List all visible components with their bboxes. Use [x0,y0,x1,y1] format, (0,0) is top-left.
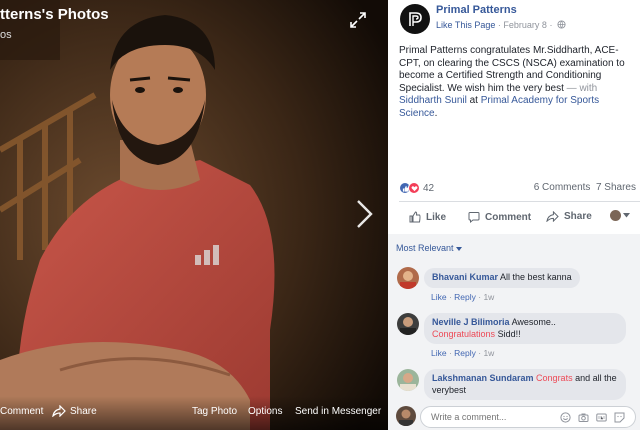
like-this-page-link[interactable]: Like This Page [436,20,495,30]
divider [399,201,640,202]
share-icon[interactable] [52,405,66,417]
page-name-link[interactable]: Primal Patterns [436,4,517,16]
next-arrow-icon[interactable] [352,198,376,230]
caret-down-icon [456,247,463,251]
globe-icon [557,20,566,29]
like-button[interactable]: Like [409,211,446,223]
comment-composer[interactable] [420,406,636,428]
options-button[interactable]: Options [248,406,282,417]
post-with-text: — with [563,82,598,94]
thumbs-up-icon [409,211,421,223]
comment-text-after: Sidd!! [497,328,521,339]
comment-time[interactable]: 1w [483,348,494,358]
page-avatar[interactable] [400,4,430,34]
comment-bubble: Lakshmanan Sundaram Congrats and all the… [424,369,626,400]
reaction-count: 42 [423,182,435,194]
comment-sort-label: Most Relevant [396,243,454,253]
share-icon [546,211,559,222]
comment-text: Awesome.. [511,317,556,327]
send-in-messenger-button[interactable]: Send in Messenger [295,406,381,417]
avatar[interactable] [397,267,419,289]
comment-actions: Like · Reply · 1w [431,292,495,302]
comment-button[interactable]: Comment [468,211,531,223]
comment-time[interactable]: 1w [483,292,494,302]
avatar[interactable] [397,313,419,335]
tagged-person-link[interactable]: Siddharth Sunil [399,95,467,106]
sticker-icon[interactable] [614,412,625,423]
expand-icon[interactable] [349,11,367,29]
caret-down-icon [623,213,630,218]
avatar [396,406,416,426]
share-button[interactable]: Share [546,211,592,222]
primal-patterns-logo-icon [409,12,422,26]
meta-separator-2: · [549,20,553,30]
tag-photo-button[interactable]: Tag Photo [192,406,237,417]
comment-author[interactable]: Bhavani Kumar [432,272,498,282]
comment-highlight: Congrats [536,373,573,383]
meta-separator: · [497,20,501,30]
comment-author[interactable]: Neville J Bilimoria [432,317,510,327]
comment-author[interactable]: Lakshmanan Sundaram [432,373,534,383]
avatar [610,210,621,221]
comment-input[interactable] [431,412,551,422]
reaction-summary[interactable]: 42 [399,182,434,194]
reaction-identity-selector[interactable] [610,210,630,221]
photo-album-subtitle: os [0,29,12,41]
camera-icon[interactable] [578,412,589,423]
avatar[interactable] [397,369,419,391]
gif-icon[interactable] [596,412,607,423]
comment-button-label: Comment [485,211,532,223]
post-at-text: at [466,95,481,106]
photo-comment-button[interactable]: Comment [0,406,43,417]
like-button-label: Like [426,211,447,223]
comment-like-link[interactable]: Like [431,348,447,358]
comment-sort-dropdown[interactable]: Most Relevant [396,243,463,253]
comment-highlight: Congratulations [432,328,496,339]
post-panel: Primal Patterns Like This Page · Februar… [388,0,640,430]
share-button-label: Share [564,211,592,222]
photo-album-title[interactable]: tterns's Photos [0,6,109,23]
photo-share-button[interactable]: Share [70,406,97,417]
comment-bubble: Neville J Bilimoria Awesome.. Congratula… [424,313,626,344]
comment-reply-link[interactable]: Reply [454,292,476,302]
engagement-counts: 6 Comments 7 Shares [534,182,636,193]
post-date[interactable]: February 8 [503,20,547,30]
emoji-icon[interactable] [560,412,571,423]
comment-bubble: Bhavani Kumar All the best kanna [424,268,580,288]
comment-like-link[interactable]: Like [431,292,447,302]
photo-viewer: tterns's Photos os Comment Share Tag Pho… [0,0,388,430]
comment-icon [468,212,480,223]
love-icon [408,182,420,194]
post-photo [0,0,388,430]
shares-count-link[interactable]: 7 Shares [596,182,636,193]
comment-actions: Like · Reply · 1w [431,348,495,358]
post-message: Primal Patterns congratulates Mr.Siddhar… [399,45,635,120]
comment-reply-link[interactable]: Reply [454,348,476,358]
comments-count-link[interactable]: 6 Comments [534,182,591,193]
post-end-text: . [434,107,438,119]
comment-text: All the best kanna [500,272,572,282]
post-meta: Like This Page · February 8 · [436,20,566,30]
